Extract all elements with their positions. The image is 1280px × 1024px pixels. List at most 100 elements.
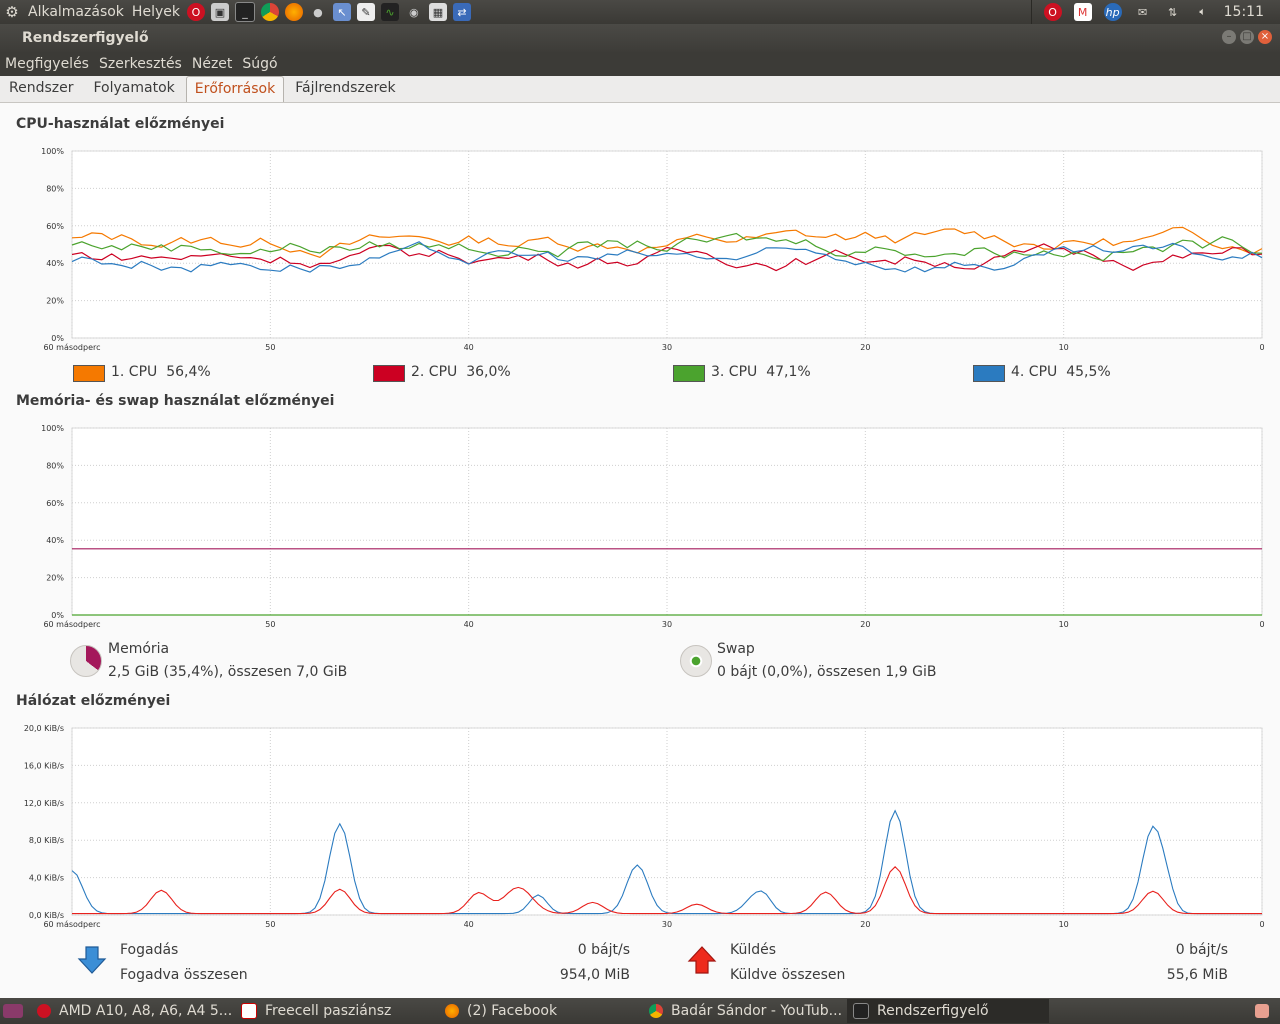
y-tick-label: 100%: [41, 147, 64, 156]
minimize-button[interactable]: –: [1222, 30, 1236, 44]
places-menu[interactable]: Helyek: [128, 4, 184, 20]
y-tick-label: 0,0 KiB/s: [29, 911, 64, 920]
y-tick-label: 80%: [46, 461, 64, 470]
y-tick-label: 0%: [51, 334, 64, 343]
taskbar-item-facebook[interactable]: (2) Facebook: [439, 999, 641, 1023]
network-launcher-icon[interactable]: ⇄: [452, 3, 471, 21]
system-tray: O M hp ✉ ⇅ 🔈︎ 15:11: [1030, 0, 1280, 24]
taskbar-item-label: Rendszerfigyelő: [877, 1003, 989, 1019]
calculator-launcher-icon[interactable]: ▦: [428, 3, 447, 21]
cpu-section-title: CPU-használat előzményei: [16, 116, 225, 132]
x-tick-label: 0: [1259, 920, 1264, 929]
taskbar-item-system-monitor[interactable]: Rendszerfigyelő: [847, 999, 1049, 1023]
menu-edit[interactable]: Szerkesztés: [94, 56, 187, 72]
menu-view[interactable]: Nézet: [187, 56, 238, 72]
y-tick-label: 100%: [41, 424, 64, 433]
opera-launcher-icon[interactable]: O: [186, 3, 205, 21]
chrome-launcher-icon[interactable]: [260, 3, 279, 21]
x-tick-label: 40: [464, 620, 474, 629]
send-total: 55,6 MiB: [1166, 967, 1228, 983]
tab-filesystems[interactable]: Fájlrendszerek: [286, 75, 404, 102]
x-tick-label: 0: [1259, 343, 1264, 352]
x-tick-label: 40: [464, 920, 474, 929]
receive-total: 954,0 MiB: [559, 967, 630, 983]
opera-icon: [37, 1004, 51, 1018]
x-tick-label: 10: [1059, 920, 1069, 929]
tab-system[interactable]: Rendszer: [0, 75, 82, 102]
send-arrow-icon[interactable]: [687, 945, 717, 975]
taskbar-item-label: Freecell pasziánsz: [265, 1003, 392, 1019]
taskbar-item-label: (2) Facebook: [467, 1003, 558, 1019]
cpu1-legend: 1. CPU 56,4%: [111, 364, 211, 380]
tab-resources[interactable]: Erőforrások: [185, 76, 285, 102]
x-tick-label: 30: [662, 343, 672, 352]
clock[interactable]: 15:11: [1224, 4, 1264, 20]
cpu3-color-swatch[interactable]: [673, 365, 705, 382]
swap-value: 0 bájt (0,0%), összesen 1,9 GiB: [717, 664, 937, 680]
cpu1-color-swatch[interactable]: [73, 365, 105, 382]
close-button[interactable]: ×: [1258, 30, 1272, 44]
chrome-icon: [649, 1004, 663, 1018]
window-title: Rendszerfigyelő: [22, 30, 149, 46]
taskbar-item-youtube[interactable]: Badár Sándor - YouTub...: [643, 999, 845, 1023]
menu-monitor[interactable]: Megfigyelés: [0, 56, 94, 72]
swap-pie-icon[interactable]: [680, 645, 712, 677]
y-tick-label: 20%: [46, 297, 64, 306]
ubuntu-logo-icon[interactable]: ⚙: [3, 3, 21, 21]
x-tick-label: 60 másodperc: [43, 343, 100, 352]
receive-label: Fogadás: [120, 942, 179, 958]
network-section-title: Hálózat előzményei: [16, 693, 171, 709]
taskbar-item-freecell[interactable]: Freecell pasziánsz: [235, 999, 437, 1023]
tab-processes[interactable]: Folyamatok: [84, 75, 183, 102]
firefox-icon: [445, 1004, 459, 1018]
cursor-tool-launcher-icon[interactable]: ↖: [332, 3, 351, 21]
cpu3-legend: 3. CPU 47,1%: [711, 364, 811, 380]
menu-help[interactable]: Súgó: [237, 56, 282, 72]
opera-tray-icon[interactable]: O: [1043, 3, 1062, 21]
show-desktop-icon[interactable]: [3, 1004, 23, 1018]
x-tick-label: 20: [860, 920, 870, 929]
receive-total-label: Fogadva összesen: [120, 967, 248, 983]
memory-label: Memória: [108, 641, 170, 657]
cpu4-color-swatch[interactable]: [973, 365, 1005, 382]
volume-icon[interactable]: 🔈︎: [1194, 3, 1212, 21]
memory-history-graph: 100% 80% 60% 40% 20% 0%60 másodperc 50 40 30 20 10…: [41, 424, 1264, 629]
receive-rate: 0 bájt/s: [577, 942, 630, 958]
y-tick-label: 60%: [46, 499, 64, 508]
maximize-button[interactable]: □: [1240, 30, 1254, 44]
x-tick-label: 60 másodperc: [43, 620, 100, 629]
y-tick-label: 40%: [46, 536, 64, 545]
applications-menu[interactable]: Alkalmazások: [24, 4, 128, 20]
y-tick-label: 12,0 KiB/s: [24, 799, 64, 808]
hp-tray-icon[interactable]: hp: [1103, 3, 1122, 21]
text-editor-launcher-icon[interactable]: ✎: [356, 3, 375, 21]
terminal-launcher-icon[interactable]: _: [234, 2, 255, 22]
firefox-launcher-icon[interactable]: [284, 3, 303, 21]
gmail-tray-icon[interactable]: M: [1073, 3, 1092, 21]
mail-icon[interactable]: ✉: [1134, 3, 1152, 21]
x-tick-label: 10: [1059, 620, 1069, 629]
resources-panel: CPU-használat előzményei 100% 80% 60% 40% 20…: [0, 103, 1280, 998]
system-monitor-launcher-icon[interactable]: ∿: [380, 3, 399, 21]
memory-section-title: Memória- és swap használat előzményei: [16, 393, 335, 409]
y-tick-label: 20,0 KiB/s: [24, 724, 64, 733]
disc-launcher-icon[interactable]: ◉: [405, 3, 423, 21]
trash-icon[interactable]: [1255, 1004, 1269, 1018]
game-launcher-icon[interactable]: ●: [309, 3, 327, 21]
memory-pie-icon[interactable]: [70, 645, 102, 677]
system-monitor-icon: [853, 1003, 869, 1019]
x-tick-label: 20: [860, 620, 870, 629]
cpu2-color-swatch[interactable]: [373, 365, 405, 382]
receive-arrow-icon[interactable]: [77, 945, 107, 975]
screenshot-launcher-icon[interactable]: ▣: [210, 3, 229, 21]
y-tick-label: 20%: [46, 574, 64, 583]
x-tick-label: 60 másodperc: [43, 920, 100, 929]
y-tick-label: 4,0 KiB/s: [29, 874, 64, 883]
network-arrows-icon[interactable]: ⇅: [1164, 3, 1182, 21]
y-tick-label: 80%: [46, 184, 64, 193]
taskbar-item-amd[interactable]: AMD A10, A8, A6, A4 5...: [31, 999, 233, 1023]
window-titlebar[interactable]: Rendszerfigyelő – □ ×: [0, 24, 1280, 52]
x-tick-label: 0: [1259, 620, 1264, 629]
cpu2-legend: 2. CPU 36,0%: [411, 364, 511, 380]
cpu-history-graph: 100% 80% 60% 40% 20% 0%60 másodperc 50 40 30 20 10…: [41, 147, 1264, 352]
